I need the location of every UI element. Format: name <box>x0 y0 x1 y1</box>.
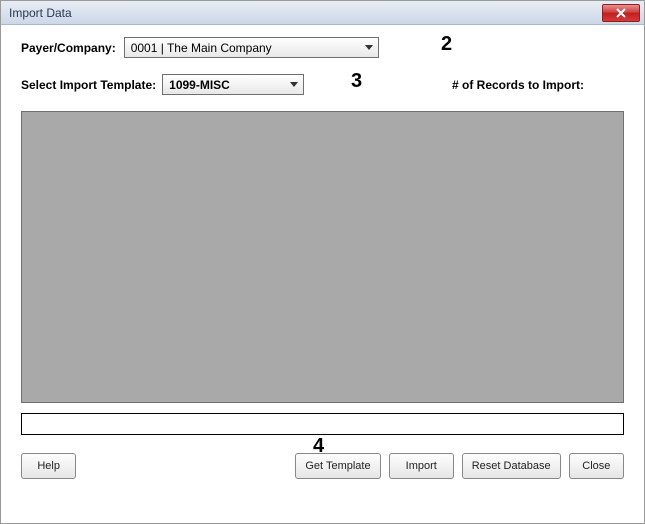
select-import-template-label: Select Import Template: <box>21 78 156 92</box>
records-to-import-label: # of Records to Import: <box>452 78 584 92</box>
close-button[interactable]: Close <box>569 453 624 479</box>
import-data-window: Import Data Payer/Company: 0001 | The Ma… <box>0 0 645 524</box>
get-template-button[interactable]: Get Template <box>295 453 381 479</box>
records-to-import-input[interactable] <box>588 75 624 95</box>
payer-row: Payer/Company: 0001 | The Main Company 2 <box>21 37 624 58</box>
payer-company-selected: 0001 | The Main Company <box>131 41 362 55</box>
close-icon <box>615 8 627 18</box>
titlebar: Import Data <box>1 1 644 25</box>
data-grid[interactable] <box>21 111 624 403</box>
payer-company-label: Payer/Company: <box>21 41 116 55</box>
annotation-4: 4 <box>313 435 324 458</box>
annotation-3: 3 <box>351 70 362 93</box>
import-button[interactable]: Import <box>389 453 454 479</box>
import-template-selected: 1099-MISC <box>169 78 287 92</box>
close-window-button[interactable] <box>602 4 640 22</box>
window-title: Import Data <box>9 6 72 20</box>
import-template-dropdown[interactable]: 1099-MISC <box>162 74 304 95</box>
template-row: Select Import Template: 1099-MISC 3 # of… <box>21 74 624 95</box>
annotation-2: 2 <box>441 33 452 56</box>
content-area: Payer/Company: 0001 | The Main Company 2… <box>1 25 644 497</box>
payer-company-dropdown[interactable]: 0001 | The Main Company <box>124 37 379 58</box>
chevron-down-icon <box>362 45 376 51</box>
chevron-down-icon <box>287 82 301 88</box>
help-button[interactable]: Help <box>21 453 76 479</box>
status-bar <box>21 413 624 435</box>
reset-database-button[interactable]: Reset Database <box>462 453 561 479</box>
